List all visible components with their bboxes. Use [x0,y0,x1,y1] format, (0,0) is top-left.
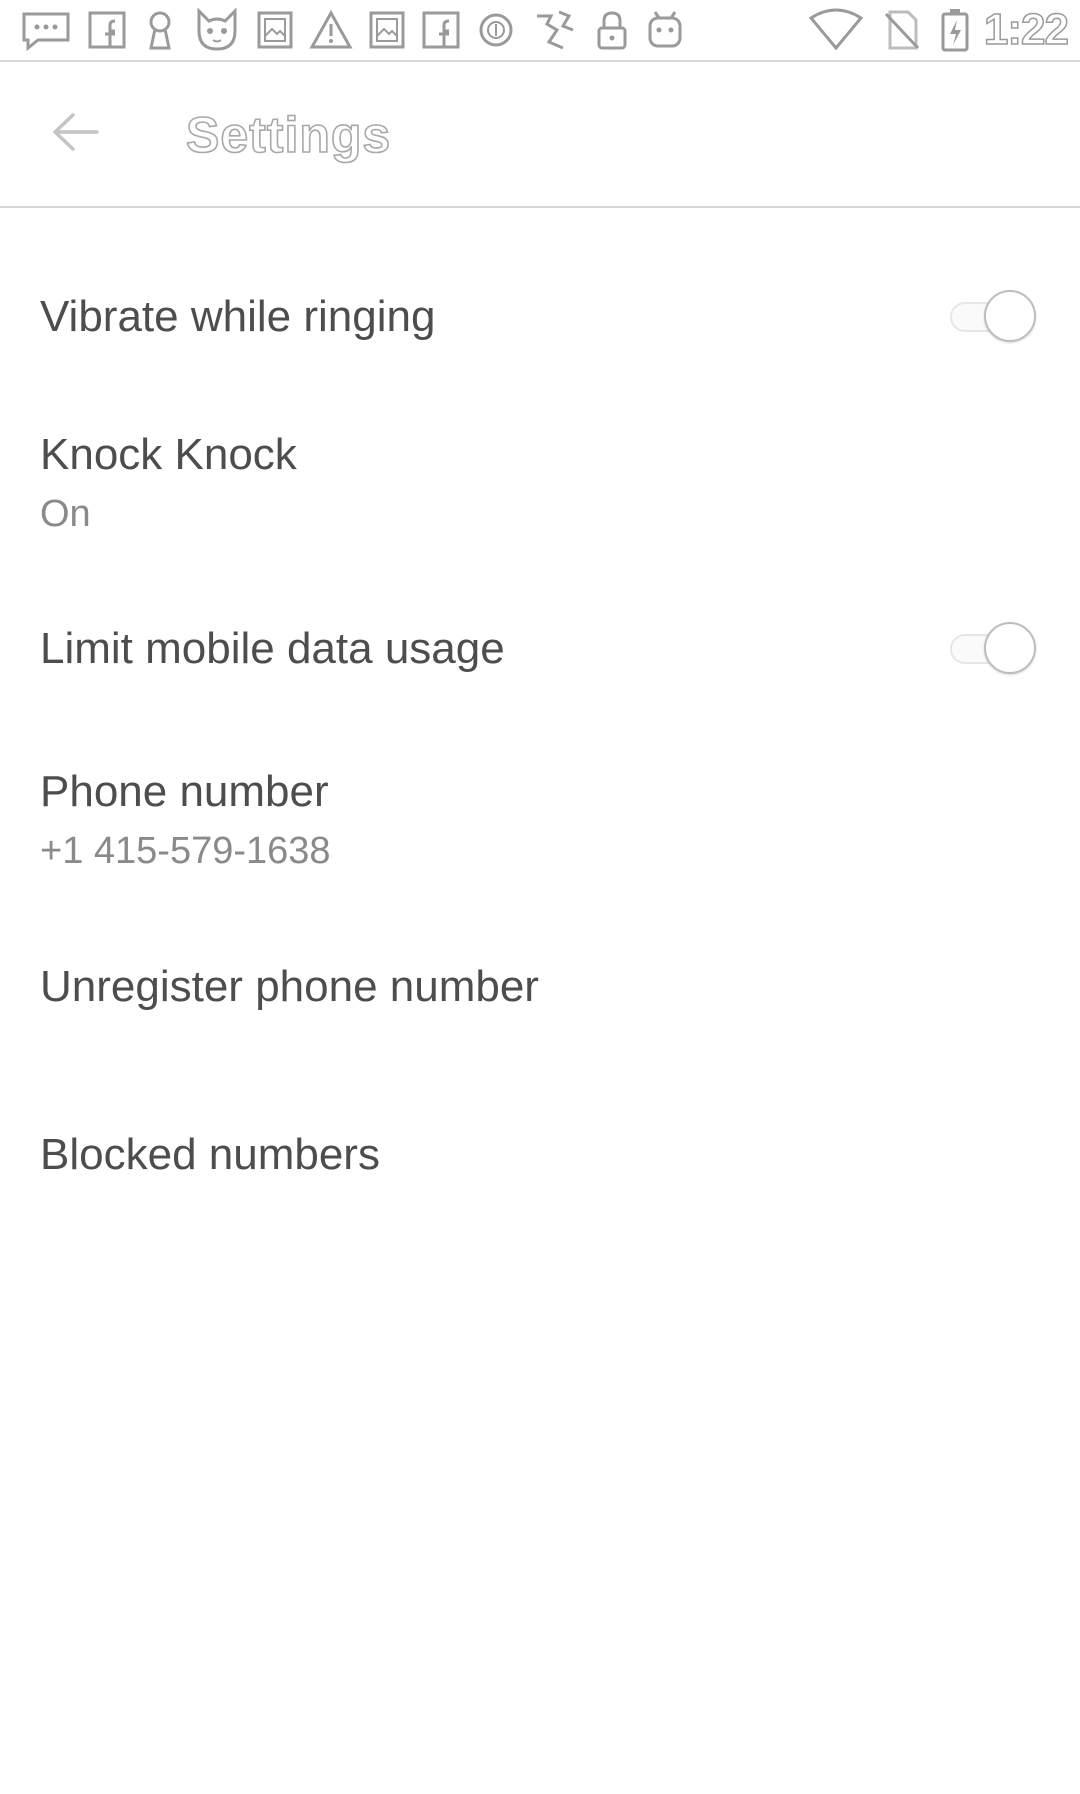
setting-limit-mobile-data[interactable]: Limit mobile data usage [0,580,1080,724]
setting-title: Phone number [40,767,329,816]
settings-screen: 1:22 Settings Vibrate while ringing Knoc… [0,0,1080,1794]
setting-title: Unregister phone number [40,962,539,1011]
setting-blocked-numbers[interactable]: Blocked numbers [0,1095,1080,1225]
back-button[interactable] [40,102,110,162]
circle-icon [476,8,516,52]
clock: 1:22 [983,4,1070,55]
image-icon [368,8,406,52]
system-icons: 1:22 [790,4,1070,55]
image-icon [256,8,294,52]
toggle-thumb [984,622,1036,674]
messenger-icon [20,8,72,52]
facebook-icon [87,8,127,52]
keyhole-icon [142,8,178,52]
setting-title: Blocked numbers [40,1130,380,1179]
setting-vibrate-while-ringing[interactable]: Vibrate while ringing [0,244,1080,388]
toggle-thumb [984,290,1036,342]
status-bar: 1:22 [0,0,1080,62]
lock-icon [594,8,630,52]
vibrate-toggle[interactable] [950,284,1044,348]
puzzle-icon [531,6,579,54]
page-title: Settings [185,106,392,164]
setting-title: Limit mobile data usage [40,624,505,673]
no-sim-icon [882,8,922,52]
setting-title: Knock Knock [40,430,297,479]
toolbar: Settings [0,62,1080,208]
facebook-icon [421,8,461,52]
arrow-left-icon [49,110,101,154]
phone-number-value: +1 415-579-1638 [40,830,331,872]
android-icon [645,8,685,52]
wifi-icon [808,8,864,52]
setting-summary: On [40,493,91,535]
notification-icons [20,6,700,54]
limit-data-toggle[interactable] [950,616,1044,680]
setting-phone-number[interactable]: Phone number +1 415-579-1638 [0,745,1080,905]
setting-title: Vibrate while ringing [40,292,436,341]
cat-face-icon [193,7,241,53]
setting-unregister-phone-number[interactable]: Unregister phone number [0,930,1080,1060]
warning-icon [309,8,353,52]
setting-knock-knock[interactable]: Knock Knock On [0,410,1080,570]
battery-charging-icon [940,7,970,53]
